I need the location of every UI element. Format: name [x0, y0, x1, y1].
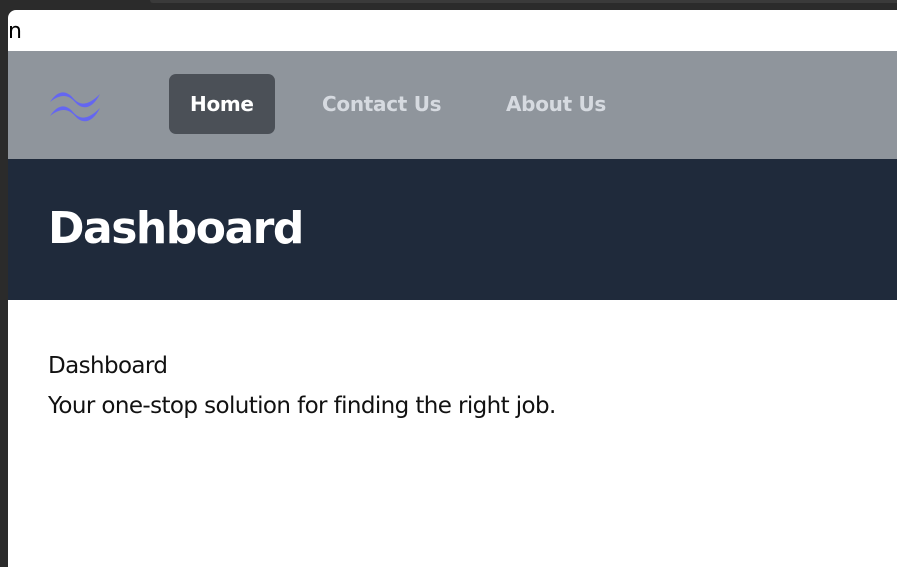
page-title: Dashboard: [48, 203, 304, 254]
navbar: Home Contact Us About Us: [8, 51, 897, 159]
content-subtitle: Your one-stop solution for finding the r…: [48, 393, 556, 419]
tailwind-logo-icon[interactable]: [48, 84, 102, 124]
content-heading: Dashboard: [48, 353, 168, 379]
page-header: Dashboard: [8, 159, 897, 300]
nav-about-us-link[interactable]: About Us: [485, 74, 627, 134]
nav-home-link[interactable]: Home: [169, 74, 275, 134]
stray-text: n: [8, 19, 22, 44]
main-content: Dashboard Your one-stop solution for fin…: [48, 346, 556, 426]
nav-contact-us-link[interactable]: Contact Us: [301, 74, 462, 134]
browser-tab-edge: [150, 0, 897, 3]
browser-top-strip: [0, 0, 897, 10]
page-viewport: n Home Contact Us About Us Dashboard Das…: [8, 10, 897, 567]
